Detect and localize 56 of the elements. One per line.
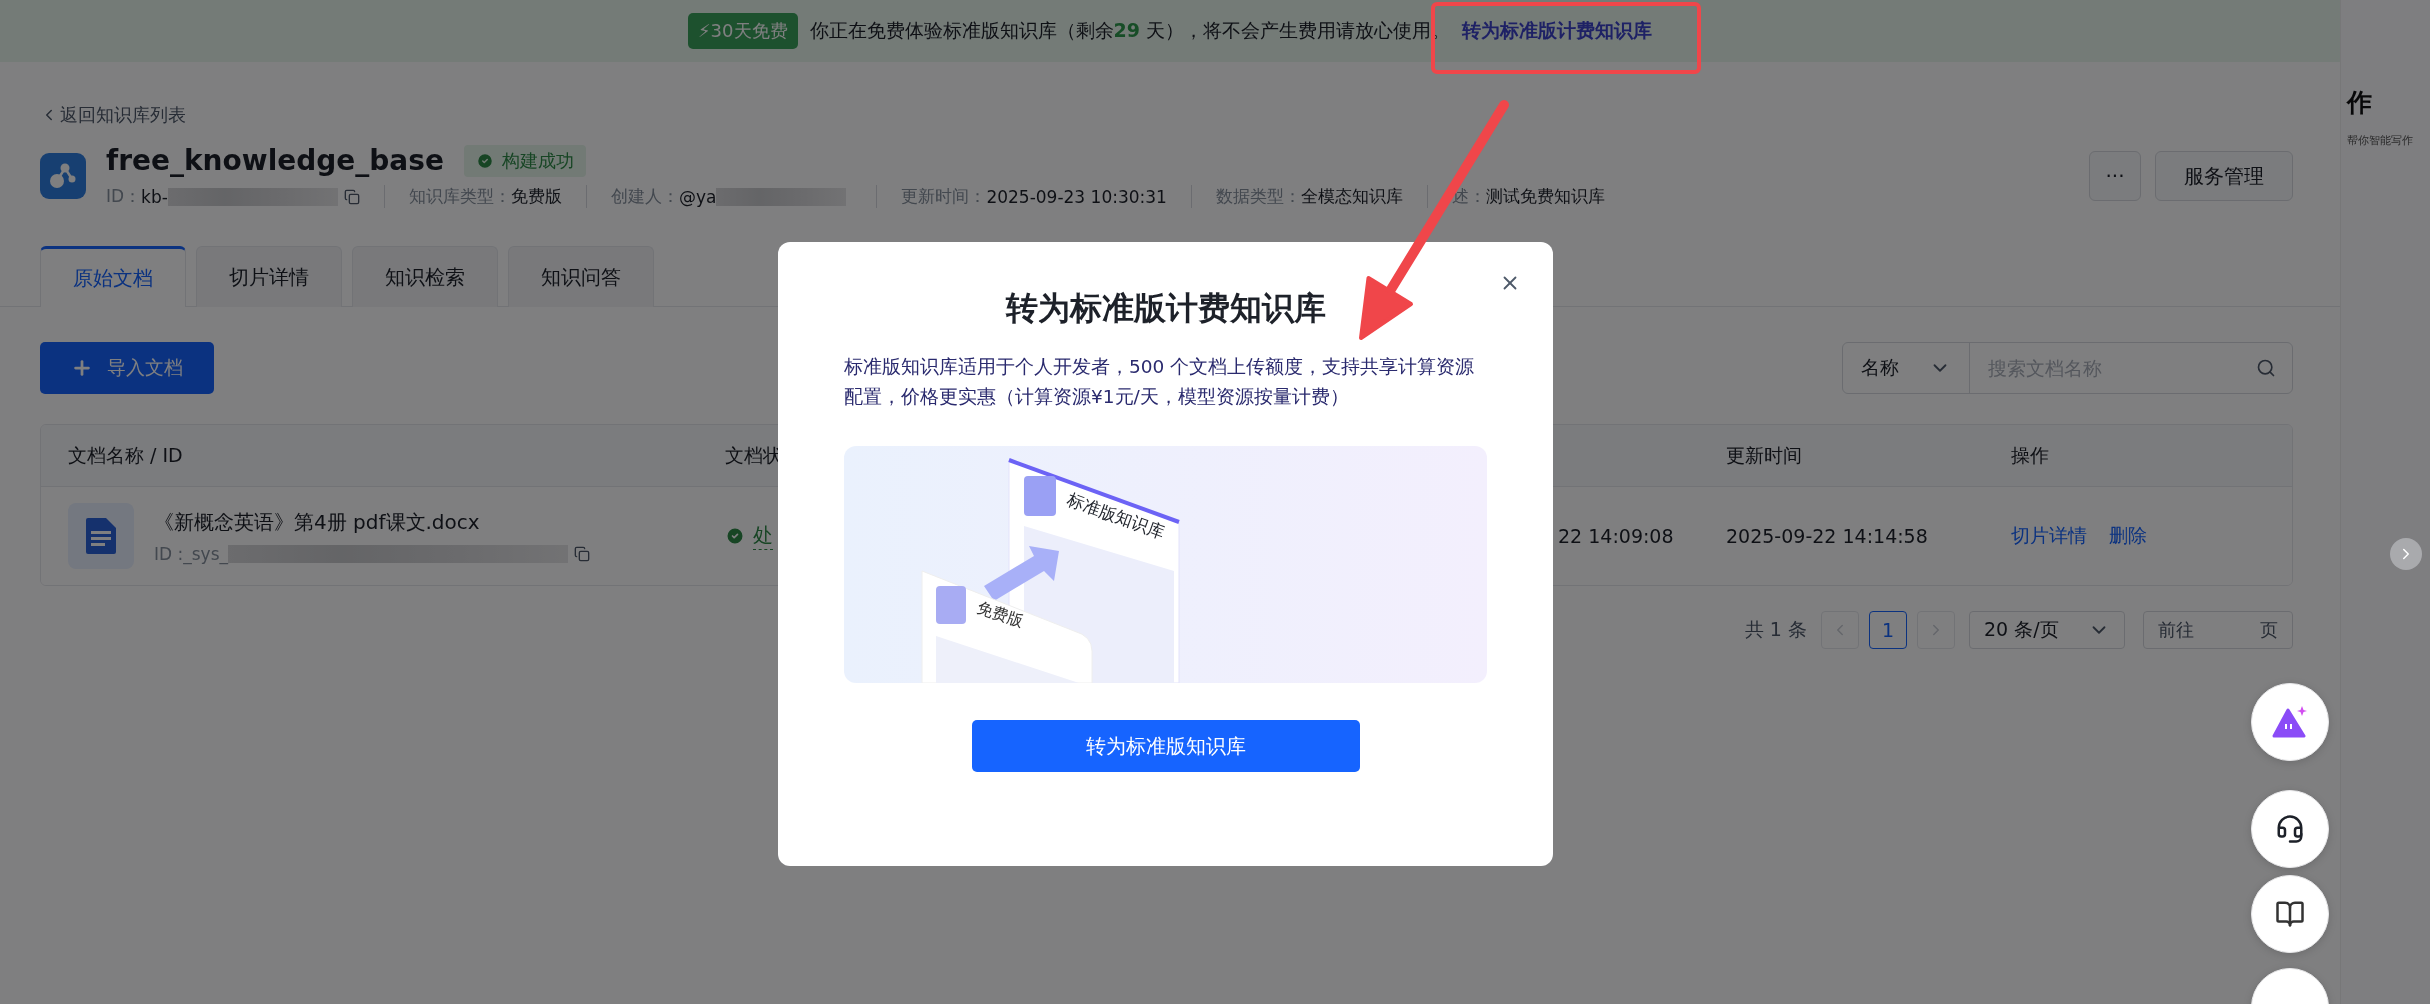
meta-label: 数据类型： <box>1215 185 1301 208</box>
word-file-icon <box>68 503 134 569</box>
meta-label: 创建人： <box>610 185 679 208</box>
table-cell-text: 22 14:09:08 <box>1557 525 1675 547</box>
knowledge-base-icon <box>40 153 86 199</box>
more-button[interactable]: ··· <box>2089 151 2141 201</box>
page-size-select[interactable]: 20 条/页 <box>1969 611 2125 649</box>
book-icon <box>2275 899 2305 929</box>
goto-label: 前往 <box>2158 618 2194 642</box>
copy-icon[interactable] <box>574 545 590 562</box>
meta-label: 知识库类型： <box>408 185 511 208</box>
tab[interactable]: 知识检索 <box>352 246 498 307</box>
total-count: 共 1 条 <box>1744 617 1807 642</box>
plus-icon <box>71 357 93 379</box>
goto-label: 页 <box>2260 618 2278 642</box>
status-text: 处 <box>753 522 773 550</box>
table-cell-text: 2025-09-22 14:14:58 <box>1726 525 1929 547</box>
check-icon <box>725 526 745 546</box>
assistant-title: 作 <box>2347 87 2373 119</box>
assistant-subtitle: 帮你智能写作 <box>2347 133 2414 148</box>
document-name[interactable]: 《新概念英语》第4册 pdf课文.docx <box>154 508 590 536</box>
service-manage-button[interactable]: 服务管理 <box>2155 151 2293 201</box>
check-icon <box>475 151 494 170</box>
meta-value: 免费版 <box>510 185 562 208</box>
meta-value: kb- <box>141 186 168 207</box>
goto-page-field[interactable]: 前往 页 <box>2143 611 2293 649</box>
document-id: ID :_sys_ <box>154 543 228 564</box>
meta-label: ID： <box>106 185 142 208</box>
action-link[interactable]: 切片详情 <box>2011 523 2087 549</box>
back-link[interactable]: 返回知识库列表 <box>40 102 186 128</box>
upgrade-link[interactable]: 转为标准版计费知识库 <box>1462 18 1652 44</box>
headset-icon <box>2275 814 2305 844</box>
dialog-title: 转为标准版计费知识库 <box>1005 288 1326 329</box>
column-header: 操作 <box>2011 442 2050 468</box>
copy-icon[interactable] <box>343 188 360 205</box>
action-link[interactable]: 删除 <box>2109 523 2147 549</box>
knowledge-base-title: free_knowledge_base <box>106 144 444 177</box>
tab[interactable]: 切片详情 <box>196 246 342 307</box>
tab[interactable]: 原始文档 <box>40 246 186 307</box>
upgrade-button[interactable]: 转为标准版知识库 <box>971 720 1360 772</box>
column-header: 文档名称 / ID <box>67 442 184 468</box>
meta-value: 测试免费知识库 <box>1485 185 1605 208</box>
dialog-description: 标准版知识库适用于个人开发者，500 个文档上传额度，支持共享计算资源配置，价格更实惠（计算资源¥1元/天，模型资源按量计费） <box>844 355 1476 409</box>
filter-select[interactable]: 名称 <box>1843 343 1970 393</box>
import-button[interactable]: 导入文档 <box>40 342 214 394</box>
meta-label: 更新时间： <box>901 185 987 208</box>
meta-value: 全模态知识库 <box>1300 185 1403 208</box>
build-status-tag: 构建成功 <box>463 144 586 177</box>
column-header: 更新时间 <box>1726 442 1803 468</box>
upgrade-illustration: 标准版知识库 免费版 <box>844 446 1487 683</box>
trial-badge: ⚡30天免费 <box>687 13 798 49</box>
tab[interactable]: 知识问答 <box>508 246 654 307</box>
page-button[interactable]: 1 <box>1869 611 1907 649</box>
meta-value: 2025-09-23 10:30:31 <box>986 186 1167 207</box>
search-icon[interactable] <box>2256 358 2276 378</box>
meta-value: @ya <box>678 186 717 207</box>
